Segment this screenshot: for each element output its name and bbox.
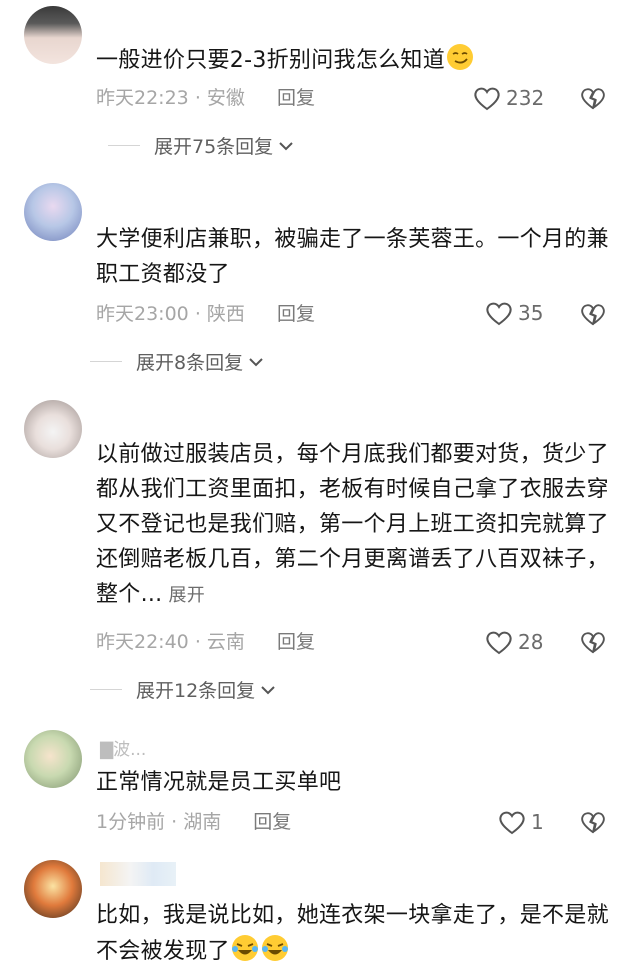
avatar[interactable] — [24, 860, 82, 918]
comment-text: 以前做过服装店员，每个月底我们都要对货，货少了都从我们工资里面扣，老板有时候自己… — [96, 437, 612, 613]
laugh-cry-emoji-icon — [261, 935, 288, 961]
comment-text: 一般进价只要2-3折别问我怎么知道 — [96, 42, 612, 78]
smirk-emoji-icon — [447, 44, 474, 70]
comment-location: 云南 — [206, 631, 245, 653]
broken-heart-icon[interactable] — [579, 628, 607, 656]
broken-heart-icon[interactable] — [579, 808, 607, 836]
comment-time: 昨天22:40 — [96, 631, 189, 653]
expand-replies-button[interactable]: 展开8条回复 — [90, 348, 265, 375]
like-count: 28 — [518, 630, 544, 654]
avatar[interactable] — [24, 6, 82, 64]
like-count: 35 — [518, 301, 544, 325]
like-button[interactable]: 35 — [484, 298, 543, 328]
comment-text-content: 一般进价只要2-3折别问我怎么知道 — [96, 48, 446, 73]
divider — [108, 145, 140, 146]
username[interactable]: ▇波... — [100, 735, 146, 760]
divider — [90, 361, 122, 362]
comment-location: 湖南 — [183, 811, 222, 833]
reply-button[interactable]: 回复 — [277, 631, 315, 653]
comment-text: 正常情况就是员工买单吧 — [96, 770, 342, 795]
separator: · — [194, 87, 201, 109]
reply-button[interactable]: 回复 — [277, 303, 315, 325]
comment-text: 比如，我是说比如，她连衣架一块拿走了，是不是就不会被发现了 — [96, 898, 612, 969]
like-count: 232 — [506, 86, 545, 110]
reply-button[interactable]: 回复 — [277, 87, 315, 109]
heart-icon — [499, 811, 525, 835]
like-count: 1 — [531, 810, 544, 834]
comment-meta: 昨天22:40 · 云南 回复 — [96, 628, 315, 656]
comment-location: 陕西 — [206, 303, 245, 325]
comment-text: 大学便利店兼职，被骗走了一条芙蓉王。一个月的兼职工资都没了 — [96, 227, 609, 287]
heart-icon — [486, 631, 512, 655]
comment-text-content: 以前做过服装店员，每个月底我们都要对货，货少了都从我们工资里面扣，老板有时候自己… — [96, 442, 609, 607]
comment-meta: 昨天23:00 · 陕西 回复 — [96, 300, 315, 328]
avatar[interactable] — [24, 730, 82, 788]
comment-location: 安徽 — [206, 87, 245, 109]
expand-text-link[interactable]: 展开 — [168, 585, 205, 606]
like-button[interactable]: 232 — [472, 83, 544, 113]
expand-replies-label: 展开12条回复 — [136, 680, 256, 702]
avatar[interactable] — [24, 183, 82, 241]
divider — [90, 689, 122, 690]
comment-text-content: 比如，我是说比如，她连衣架一块拿走了，是不是就不会被发现了 — [96, 903, 609, 964]
reply-button[interactable]: 回复 — [253, 811, 291, 833]
chevron-down-icon — [279, 141, 293, 150]
chevron-down-icon — [249, 357, 263, 366]
expand-replies-button[interactable]: 展开75条回复 — [108, 132, 295, 159]
heart-icon — [486, 302, 512, 326]
broken-heart-icon[interactable] — [579, 84, 607, 112]
comment-time: 昨天22:23 — [96, 87, 189, 109]
separator: · — [194, 303, 201, 325]
like-button[interactable]: 28 — [484, 627, 543, 657]
expand-replies-button[interactable]: 展开12条回复 — [90, 676, 277, 703]
username-blur[interactable] — [100, 862, 176, 886]
laugh-cry-emoji-icon — [231, 935, 258, 961]
heart-icon — [474, 87, 500, 111]
comment-meta: 1分钟前 · 湖南 回复 — [96, 808, 291, 836]
avatar[interactable] — [24, 400, 82, 458]
broken-heart-icon[interactable] — [579, 300, 607, 328]
comment-time: 1分钟前 — [96, 811, 166, 833]
expand-replies-label: 展开8条回复 — [136, 352, 244, 374]
separator: · — [171, 811, 178, 833]
separator: · — [194, 631, 201, 653]
comment-time: 昨天23:00 — [96, 303, 189, 325]
like-button[interactable]: 1 — [497, 807, 544, 837]
chevron-down-icon — [261, 685, 275, 694]
comment-meta: 昨天22:23 · 安徽 回复 — [96, 84, 315, 112]
expand-replies-label: 展开75条回复 — [154, 136, 274, 158]
